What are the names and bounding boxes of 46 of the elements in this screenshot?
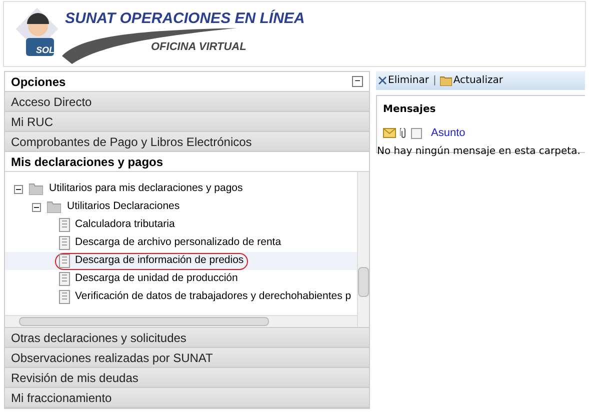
menu-section[interactable]: Revisión de mis deudas: [5, 368, 369, 388]
menu-section[interactable]: Observaciones realizadas por SUNAT: [5, 348, 369, 368]
toolbar-separator: |: [432, 74, 436, 88]
envelope-icon: [383, 128, 396, 138]
tree-row[interactable]: Calculadora tributaria: [5, 216, 357, 234]
menu-section[interactable]: Otras declaraciones y solicitudes: [5, 328, 369, 348]
document-icon: [59, 236, 70, 250]
folder-icon: [440, 76, 452, 86]
menu-section[interactable]: Mi fraccionamiento: [5, 388, 369, 408]
site-title: SUNAT OPERACIONES EN LÍNEA: [65, 8, 305, 29]
tree-item[interactable]: Utilitarios Declaraciones: [67, 199, 180, 215]
folder-icon: [29, 183, 43, 195]
vertical-scrollbar[interactable]: [357, 172, 369, 327]
empty-message: No hay ningún mensaje en esta carpeta.: [377, 144, 582, 158]
tree-item[interactable]: Utilitarios para mis declaraciones y pagos: [49, 181, 243, 197]
delete-button[interactable]: Eliminar: [378, 73, 429, 88]
document-icon: [59, 218, 70, 232]
document-icon: [59, 254, 70, 268]
tree-item-label: Descarga de información de predios: [75, 253, 244, 268]
close-icon: [378, 76, 387, 85]
horizontal-scrollbar[interactable]: [5, 315, 357, 327]
refresh-button[interactable]: Actualizar: [440, 73, 503, 88]
tree-item-label: Descarga de archivo personalizado de renta: [75, 235, 282, 250]
panel-title: Mensajes: [383, 103, 437, 117]
menu-section[interactable]: Mi RUC: [5, 112, 369, 132]
tree-row[interactable]: Descarga de archivo personalizado de renta: [5, 234, 357, 252]
tree-row[interactable]: Verificación de datos de trabajadores y derechohabientes p: [5, 288, 357, 306]
document-icon: [59, 272, 70, 286]
paperclip-icon: [400, 128, 407, 139]
tree-item-label: Descarga de unidad de producción: [75, 271, 238, 286]
collapse-icon[interactable]: [32, 202, 41, 212]
tree-item-label: Calculadora tributaria: [75, 217, 175, 232]
logo-label: SOL: [36, 44, 55, 57]
menu-section[interactable]: Acceso Directo: [5, 92, 369, 112]
tree-row[interactable]: Descarga de información de predios: [5, 252, 357, 270]
collapse-icon[interactable]: [14, 184, 23, 194]
document-icon: [59, 290, 70, 304]
collapse-button[interactable]: −: [352, 76, 363, 87]
tree-row[interactable]: Descarga de unidad de producción: [5, 270, 357, 288]
menu-section[interactable]: Comprobantes de Pago y Libros Electrónicos: [5, 132, 369, 152]
panel-title: Opciones: [11, 74, 66, 90]
tree-item-label: Verificación de datos de trabajadores y derechohabientes p: [75, 289, 352, 304]
select-all-checkbox[interactable]: [411, 128, 422, 139]
subject-column-link[interactable]: Asunto: [431, 125, 466, 142]
site-subtitle: OFICINA VIRTUAL: [151, 40, 248, 54]
folder-icon: [47, 201, 61, 213]
